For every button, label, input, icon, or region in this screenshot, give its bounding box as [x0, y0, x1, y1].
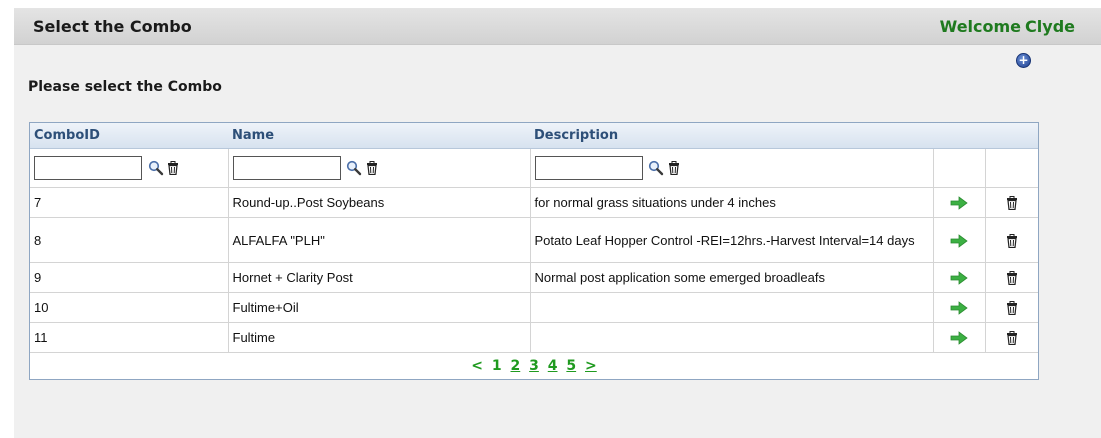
magnifier-icon[interactable] — [148, 160, 164, 176]
cell-delete — [985, 262, 1038, 293]
cell-description: Potato Leaf Hopper Control -REI=12hrs.-H… — [530, 217, 934, 263]
cell-delete — [985, 292, 1038, 323]
welcome-user: Clyde — [1025, 17, 1075, 36]
table-row[interactable]: 9 Hornet + Clarity Post Normal post applic… — [30, 262, 1038, 293]
cell-name: Fultime — [228, 322, 531, 353]
cell-name: ALFALFA "PLH" — [228, 217, 531, 263]
cell-description: Normal post application some emerged bro… — [530, 262, 934, 293]
select-row-button[interactable] — [950, 330, 968, 346]
pager-prev[interactable]: < — [471, 358, 483, 374]
pager-next[interactable]: > — [585, 358, 597, 374]
welcome-prefix: Welcome — [939, 17, 1022, 36]
green-arrow-right-icon[interactable] — [950, 331, 968, 346]
filter-cell-empty — [985, 148, 1038, 188]
delete-row-button[interactable] — [1006, 270, 1018, 286]
cell-delete — [985, 322, 1038, 353]
pager-row: < 1 2 3 4 5 > — [30, 352, 1038, 379]
section-subtitle: Please select the Combo — [28, 79, 222, 95]
table-row[interactable]: 10 Fultime+Oil — [30, 292, 1038, 323]
green-arrow-right-icon[interactable] — [950, 196, 968, 211]
table-row[interactable]: 11 Fultime — [30, 322, 1038, 353]
table-header-row: ComboID Name Description — [30, 123, 1038, 149]
pager: < 1 2 3 4 5 > — [469, 358, 598, 374]
delete-row-button[interactable] — [1006, 300, 1018, 316]
delete-row-button[interactable] — [1006, 232, 1018, 248]
cell-comboid: 11 — [30, 322, 229, 353]
trash-can-icon[interactable] — [1006, 196, 1018, 211]
cell-description — [530, 322, 934, 353]
trash-can-icon[interactable] — [668, 161, 680, 175]
pager-cell: < 1 2 3 4 5 > — [30, 352, 1038, 379]
select-row-button[interactable] — [950, 300, 968, 316]
select-row-button[interactable] — [950, 270, 968, 286]
green-arrow-right-icon[interactable] — [950, 301, 968, 316]
magnifier-icon[interactable] — [346, 160, 362, 176]
trash-can-icon[interactable] — [1006, 301, 1018, 316]
cell-select — [933, 292, 986, 323]
cell-comboid: 9 — [30, 262, 229, 293]
column-header-comboid[interactable]: ComboID — [30, 123, 228, 149]
cell-delete — [985, 217, 1038, 263]
cell-comboid: 8 — [30, 217, 229, 263]
filter-cell-description — [530, 148, 934, 188]
cell-select — [933, 262, 986, 293]
pager-page-link[interactable]: 2 — [511, 358, 521, 374]
table-row[interactable]: 7 Round-up..Post Soybeans for normal grass… — [30, 187, 1038, 218]
pager-current-page: 1 — [491, 358, 502, 374]
trash-can-icon[interactable] — [1006, 331, 1018, 346]
filter-cell-empty — [933, 148, 986, 188]
cell-description — [530, 292, 934, 323]
page-title: Select the Combo — [33, 17, 192, 36]
select-row-button[interactable] — [950, 195, 968, 211]
green-arrow-right-icon[interactable] — [950, 233, 968, 248]
filter-cell-name — [228, 148, 531, 188]
cell-name: Fultime+Oil — [228, 292, 531, 323]
cell-delete — [985, 187, 1038, 218]
cell-select — [933, 322, 986, 353]
green-arrow-right-icon[interactable] — [950, 271, 968, 286]
column-header-select — [933, 123, 985, 149]
plus-circle-icon: + — [1018, 53, 1029, 67]
trash-can-icon[interactable] — [366, 161, 378, 175]
cell-description: for normal grass situations under 4 inch… — [530, 187, 934, 218]
cell-select — [933, 187, 986, 218]
trash-can-icon[interactable] — [1006, 271, 1018, 286]
column-header-delete — [985, 123, 1038, 149]
pager-page-link[interactable]: 3 — [529, 358, 539, 374]
add-combo-button[interactable]: + — [1016, 53, 1031, 68]
select-row-button[interactable] — [950, 232, 968, 248]
column-header-description[interactable]: Description — [530, 123, 933, 149]
name-filter-input[interactable] — [232, 156, 341, 180]
trash-can-icon[interactable] — [1006, 233, 1018, 248]
cell-name: Round-up..Post Soybeans — [228, 187, 531, 218]
title-bar: Select the Combo Welcome Clyde — [14, 8, 1101, 45]
delete-row-button[interactable] — [1006, 195, 1018, 211]
description-filter-input[interactable] — [534, 156, 643, 180]
combo-table: ComboID Name Description 7 Round-up..Pos… — [30, 123, 1038, 379]
filter-row — [30, 148, 1038, 188]
comboid-filter-input[interactable] — [34, 156, 142, 180]
welcome-message: Welcome Clyde — [940, 17, 1075, 36]
pager-page-link[interactable]: 5 — [566, 358, 576, 374]
cell-name: Hornet + Clarity Post — [228, 262, 531, 293]
combo-panel: Select the Combo Welcome Clyde + Please s… — [14, 8, 1101, 438]
pager-page-link[interactable]: 4 — [548, 358, 558, 374]
cell-comboid: 10 — [30, 292, 229, 323]
cell-select — [933, 217, 986, 263]
magnifier-icon[interactable] — [648, 160, 664, 176]
table-row[interactable]: 8 ALFALFA "PLH" Potato Leaf Hopper Control… — [30, 217, 1038, 263]
filter-cell-comboid — [30, 148, 229, 188]
delete-row-button[interactable] — [1006, 330, 1018, 346]
trash-can-icon[interactable] — [167, 161, 179, 175]
cell-comboid: 7 — [30, 187, 229, 218]
column-header-name[interactable]: Name — [228, 123, 530, 149]
combo-grid: ComboID Name Description 7 Round-up..Pos… — [29, 122, 1039, 380]
